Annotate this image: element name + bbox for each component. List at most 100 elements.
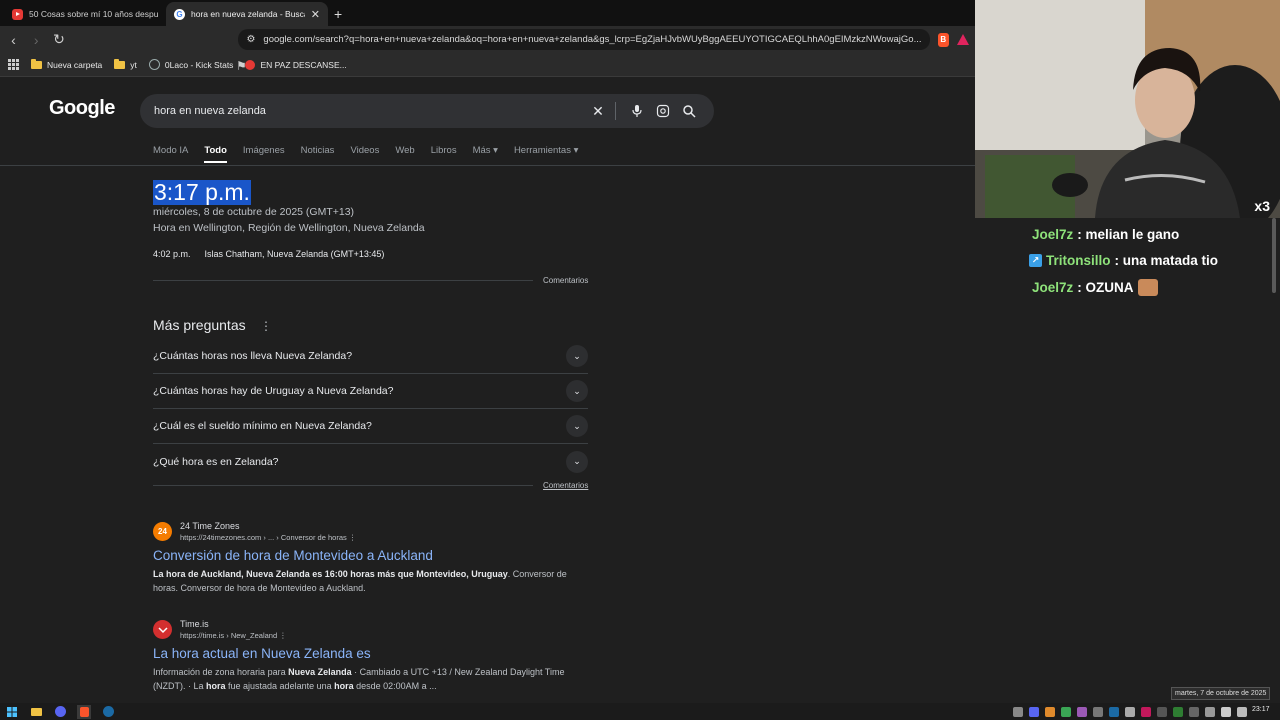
more-options-icon[interactable]: ⋮ (260, 319, 272, 333)
google-icon: G (174, 8, 185, 20)
tray-app-icon[interactable] (1189, 706, 1199, 717)
forward-icon[interactable]: › (29, 31, 44, 49)
people-also-ask-title: Más preguntas (153, 317, 246, 333)
tray-app-icon[interactable] (1013, 706, 1023, 717)
tray-app-icon[interactable] (1157, 706, 1167, 717)
brave-rewards-icon[interactable] (957, 34, 970, 45)
bookmark-label: EN PAZ DESCANSE... (260, 59, 347, 70)
bookmark-kick-stats[interactable]: 0Laco - Kick Stats (148, 59, 234, 70)
24timezones-favicon: 24 (153, 522, 172, 541)
tab-videos[interactable]: Videos (350, 145, 379, 156)
chat-text: : OZUNA (1077, 280, 1134, 295)
bookmark-label: 0Laco - Kick Stats (164, 59, 234, 70)
divider (153, 485, 533, 486)
tray-app-icon[interactable] (1125, 706, 1135, 717)
bookmark-en-paz[interactable]: EN PAZ DESCANSE... (245, 59, 347, 70)
chevron-down-icon[interactable]: ⌄ (566, 450, 588, 473)
tab-herramientas[interactable]: Herramientas ▾ (514, 145, 578, 156)
address-bar: ‹ › ↻ ⚑ ⚙ google.com/search?q=hora+en+nu… (0, 26, 975, 73)
tray-app-icon[interactable] (1077, 706, 1087, 717)
tab-todo[interactable]: Todo (204, 145, 227, 163)
tab-strip: 50 Cosas sobre mí 10 años después G hora… (0, 0, 975, 26)
new-tab-button[interactable]: + (334, 6, 342, 22)
tab-web[interactable]: Web (395, 145, 414, 156)
tab-mas[interactable]: Más ▾ (473, 145, 498, 156)
question-text: ¿Qué hora es en Zelanda? (153, 455, 279, 468)
tab-youtube[interactable]: 50 Cosas sobre mí 10 años después (4, 2, 166, 26)
volume-icon[interactable] (1221, 706, 1231, 717)
steam-icon[interactable] (101, 705, 115, 719)
search-page: Google hora en nueva zelanda ✕ Modo IA T… (0, 77, 975, 703)
tab-libros[interactable]: Libros (431, 145, 457, 156)
more-options-icon[interactable]: ⋮ (279, 631, 287, 640)
question-item[interactable]: ¿Cuántas horas nos lleva Nueva Zelanda? … (153, 339, 588, 374)
lens-icon[interactable] (652, 100, 674, 122)
reload-icon[interactable]: ↻ (52, 31, 67, 49)
file-explorer-icon[interactable] (29, 705, 43, 719)
feedback-link[interactable]: Comentarios (543, 481, 588, 490)
tab-noticias[interactable]: Noticias (301, 145, 335, 156)
folder-icon (31, 58, 42, 69)
brave-shields-icon[interactable]: B (937, 32, 950, 47)
bookmark-icon[interactable]: ⚑ (236, 59, 247, 73)
feedback-link[interactable]: Comentarios (543, 276, 588, 285)
chat-username[interactable]: Tritonsillo (1046, 253, 1111, 268)
timeis-favicon (153, 620, 172, 639)
current-date: miércoles, 8 de octubre de 2025 (GMT+13) (153, 206, 355, 218)
usb-icon[interactable] (1205, 706, 1215, 717)
question-item[interactable]: ¿Cuántas horas hay de Uruguay a Nueva Ze… (153, 374, 588, 409)
badge-icon: ↗ (1029, 254, 1042, 267)
question-item[interactable]: ¿Qué hora es en Zelanda? ⌄ (153, 444, 588, 479)
taskbar-clock[interactable]: 23:17 (1252, 706, 1270, 713)
youtube-icon (12, 8, 23, 20)
discord-icon[interactable] (53, 705, 67, 719)
question-text: ¿Cuál es el sueldo mínimo en Nueva Zelan… (153, 420, 372, 432)
taskbar (0, 703, 1280, 720)
other-time: 4:02 p.m. (153, 249, 191, 259)
microphone-icon[interactable] (626, 100, 648, 122)
url-field[interactable]: ⚙ google.com/search?q=hora+en+nueva+zela… (238, 29, 930, 50)
clear-icon[interactable]: ✕ (587, 100, 609, 122)
tray-app-icon[interactable] (1173, 706, 1183, 717)
chevron-down-icon[interactable]: ⌄ (566, 415, 588, 437)
result-source[interactable]: Time.is https://time.is › New_Zealand ⋮ (153, 619, 593, 640)
search-input[interactable]: hora en nueva zelanda (154, 105, 583, 117)
tray-app-icon[interactable] (1141, 706, 1151, 717)
more-options-icon[interactable]: ⋮ (349, 533, 357, 542)
bookmark-nueva-carpeta[interactable]: Nueva carpeta (31, 58, 102, 70)
search-icon[interactable] (678, 100, 700, 122)
tray-steam-icon[interactable] (1109, 706, 1119, 717)
google-logo[interactable]: Google (49, 97, 115, 120)
back-icon[interactable]: ‹ (6, 31, 21, 49)
tab-modo-ia[interactable]: Modo IA (153, 145, 188, 156)
chat-username[interactable]: Joel7z (1032, 280, 1073, 295)
browser-window: 50 Cosas sobre mí 10 años después G hora… (0, 0, 975, 703)
question-item[interactable]: ¿Cuál es el sueldo mínimo en Nueva Zelan… (153, 409, 588, 444)
windows-start-icon[interactable] (5, 705, 19, 719)
apps-grid-icon[interactable] (8, 59, 19, 70)
result-source[interactable]: 24 24 Time Zones https://24timezones.com… (153, 521, 593, 542)
chevron-down-icon[interactable]: ⌄ (566, 380, 588, 402)
tab-google-search[interactable]: G hora en nueva zelanda - Buscar con Goo… (166, 2, 328, 26)
bookmark-yt[interactable]: yt (114, 58, 137, 70)
chat-username[interactable]: Joel7z (1032, 227, 1073, 242)
chat-scrollbar[interactable] (1272, 218, 1276, 293)
network-icon[interactable] (1237, 706, 1247, 717)
result-title-link[interactable]: La hora actual en Nueva Zelanda es (153, 646, 593, 661)
tray-app-icon[interactable] (1061, 706, 1071, 717)
result-url: https://24timezones.com › ... › Converso… (180, 533, 357, 542)
result-title-link[interactable]: Conversión de hora de Montevideo a Auckl… (153, 548, 593, 563)
tray-discord-icon[interactable] (1029, 706, 1039, 717)
tray-app-icon[interactable] (1045, 706, 1055, 717)
site-info-icon[interactable]: ⚙ (246, 34, 255, 45)
chevron-down-icon[interactable]: ⌄ (566, 345, 588, 367)
date-tooltip: martes, 7 de octubre de 2025 (1171, 687, 1271, 700)
tray-app-icon[interactable] (1093, 706, 1103, 717)
close-tab-icon[interactable]: ✕ (311, 8, 320, 21)
overlay-label: x3 (1254, 198, 1270, 214)
search-box[interactable]: hora en nueva zelanda ✕ (140, 94, 714, 128)
divider (0, 165, 975, 166)
tab-title: 50 Cosas sobre mí 10 años después (29, 9, 158, 19)
brave-icon[interactable] (77, 704, 91, 719)
tab-imagenes[interactable]: Imágenes (243, 145, 285, 156)
